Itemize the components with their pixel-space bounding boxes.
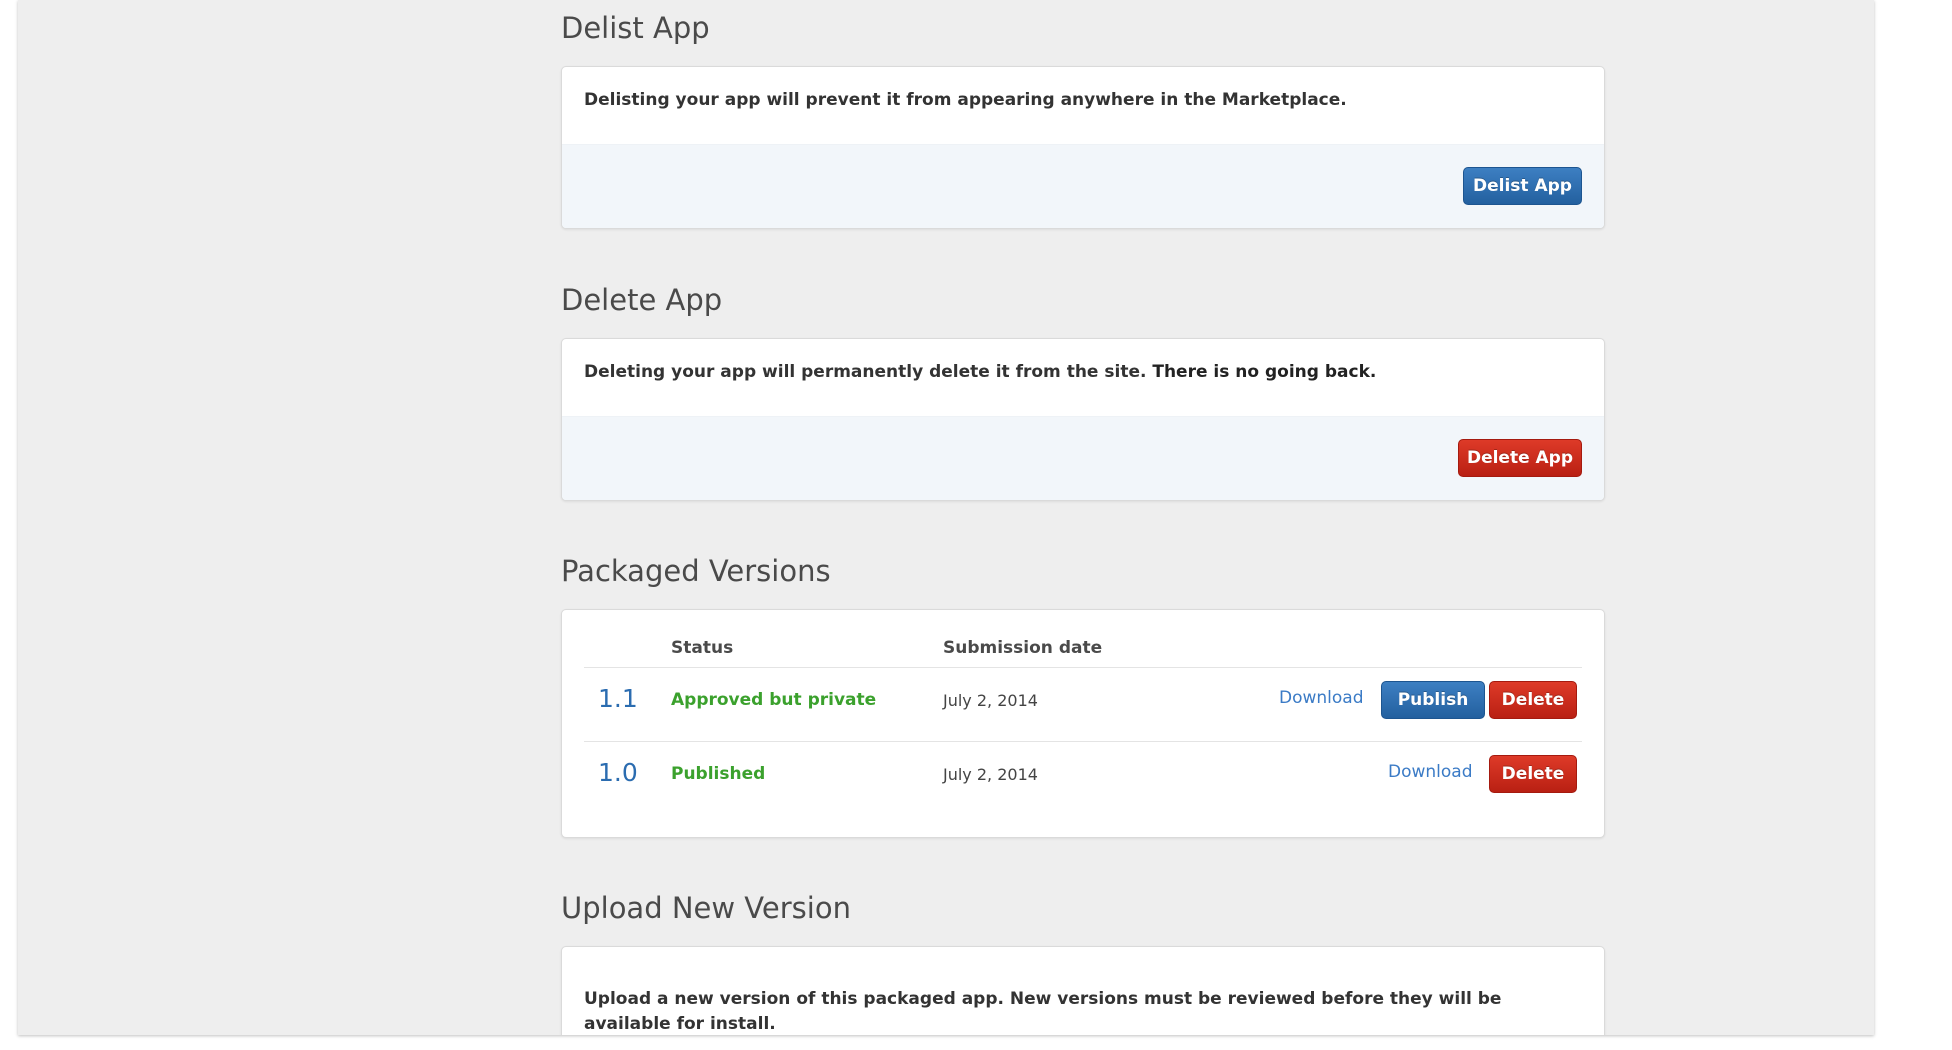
download-link[interactable]: Download [1388, 762, 1473, 782]
delete-section-title: Delete App [561, 283, 723, 317]
delist-card: Delisting your app will prevent it from … [561, 66, 1605, 229]
delete-app-button[interactable]: Delete App [1458, 439, 1582, 477]
column-header-submission-date: Submission date [943, 638, 1103, 658]
delete-card: Deleting your app will permanently delet… [561, 338, 1605, 501]
publish-button[interactable]: Publish [1381, 681, 1485, 719]
packaged-versions-card: Status Submission date 1.1 Approved but … [561, 609, 1605, 838]
delete-card-footer: Delete App [562, 416, 1604, 500]
upload-description: Upload a new version of this packaged ap… [584, 989, 1502, 1034]
delist-card-footer: Delist App [562, 144, 1604, 228]
delist-app-button[interactable]: Delist App [1463, 167, 1582, 205]
version-status: Published [671, 764, 766, 784]
version-submission-date: July 2, 2014 [943, 691, 1038, 710]
delist-description: Delisting your app will prevent it from … [584, 90, 1347, 110]
delete-description-strong: There is no going back. [1152, 362, 1377, 382]
delete-description-wrap: Deleting your app will permanently delet… [562, 339, 1604, 382]
version-number: 1.1 [598, 684, 638, 713]
header-divider [584, 667, 1582, 668]
version-submission-date: July 2, 2014 [943, 765, 1038, 784]
row-divider [584, 741, 1582, 742]
page-panel: Delist App Delisting your app will preve… [18, 0, 1874, 1035]
upload-section-title: Upload New Version [561, 891, 851, 925]
column-header-status: Status [671, 638, 734, 658]
upload-card: Upload a new version of this packaged ap… [561, 946, 1605, 1035]
delete-description: Deleting your app will permanently delet… [584, 362, 1147, 382]
download-link[interactable]: Download [1279, 688, 1364, 708]
version-number: 1.0 [598, 758, 638, 787]
delete-version-button[interactable]: Delete [1489, 755, 1577, 793]
delist-section-title: Delist App [561, 11, 710, 45]
version-status: Approved but private [671, 690, 877, 710]
delete-version-button[interactable]: Delete [1489, 681, 1577, 719]
packaged-section-title: Packaged Versions [561, 554, 831, 588]
